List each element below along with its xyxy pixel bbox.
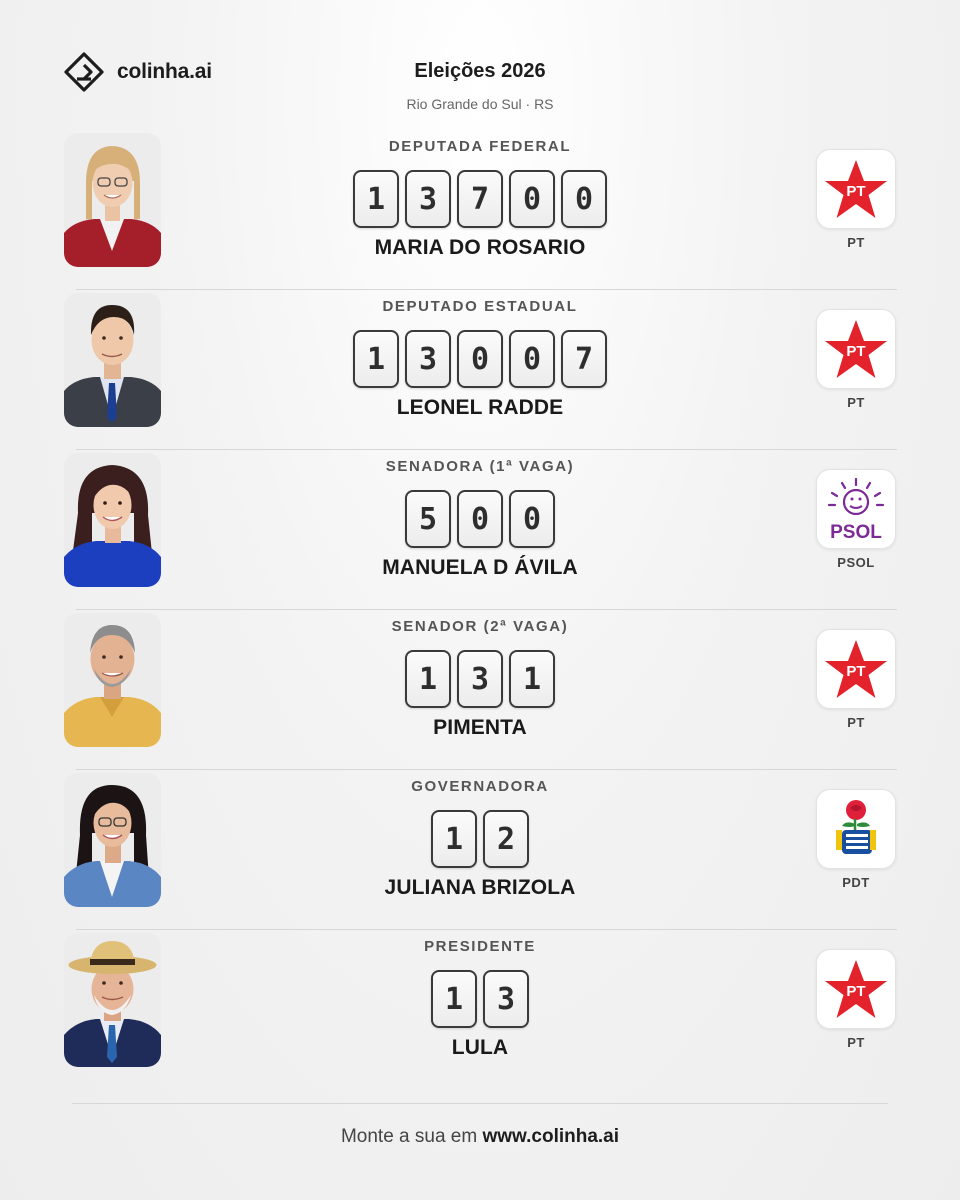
- candidate-name: LEONEL RADDE: [396, 396, 564, 419]
- party-logo: PSOL: [816, 469, 896, 549]
- party-abbreviation: PT: [847, 1035, 865, 1050]
- psol-sun-icon: PSOL: [827, 477, 885, 542]
- office-label: PRESIDENTE: [424, 938, 536, 955]
- number-digit: 0: [457, 490, 503, 548]
- footer-text: Monte a sua em: [340, 1126, 483, 1147]
- pdt-rose-fist-icon: [836, 800, 876, 854]
- number-digit: 5: [405, 490, 451, 548]
- candidate-name: LULA: [451, 1036, 509, 1059]
- candidate-info: PRESIDENTE 13 LULA: [304, 938, 656, 1060]
- candidate-info: SENADOR (2ª VAGA) 131 PIMENTA: [304, 618, 656, 740]
- candidate-info: SENADORA (1ª VAGA) 500 MANUELA D ÁVILA: [304, 458, 656, 580]
- party-badge: PT PT: [816, 629, 896, 730]
- candidate-info: GOVERNADORA 12 JULIANA BRIZOLA: [304, 778, 656, 900]
- footer-divider: [72, 1103, 888, 1104]
- number-digit: 3: [405, 330, 451, 388]
- office-label: SENADORA (1ª VAGA): [385, 458, 575, 475]
- svg-text:PSOL: PSOL: [830, 522, 882, 542]
- number-digit: 7: [457, 170, 503, 228]
- candidate-photo: [64, 933, 161, 1067]
- number-digit: 1: [353, 330, 399, 388]
- candidate-name: JULIANA BRIZOLA: [384, 876, 576, 899]
- office-label: SENADOR (2ª VAGA): [391, 618, 569, 635]
- candidate-row: DEPUTADO ESTADUAL 13007 LEONEL RADDE PT …: [64, 290, 897, 450]
- party-badge: PT PT: [816, 149, 896, 250]
- candidate-name: MANUELA D ÁVILA: [382, 556, 578, 579]
- party-badge: PT PT: [816, 949, 896, 1050]
- party-logo: PT: [816, 949, 896, 1029]
- number-digit: 1: [405, 650, 451, 708]
- pt-star-icon: PT: [825, 320, 887, 378]
- party-badge: PDT: [816, 789, 896, 890]
- candidate-row: SENADOR (2ª VAGA) 131 PIMENTA PT PT: [64, 610, 897, 770]
- office-label: DEPUTADA FEDERAL: [388, 138, 572, 155]
- party-abbreviation: PT: [847, 715, 865, 730]
- candidate-photo: [64, 133, 161, 267]
- number-digit: 1: [431, 810, 477, 868]
- number-digit: 0: [457, 330, 503, 388]
- number-digit: 3: [405, 170, 451, 228]
- pt-star-icon: PT: [825, 640, 887, 698]
- candidate-number: 13700: [304, 170, 656, 228]
- candidate-info: DEPUTADO ESTADUAL 13007 LEONEL RADDE: [304, 298, 656, 420]
- page-subtitle: Rio Grande do Sul · RS: [406, 96, 554, 112]
- candidate-list: DEPUTADA FEDERAL 13700 MARIA DO ROSARIO …: [64, 130, 897, 1090]
- party-logo: PT: [816, 629, 896, 709]
- brand-name: colinha.ai: [117, 60, 212, 83]
- party-abbreviation: PT: [847, 395, 865, 410]
- party-abbreviation: PT: [847, 235, 865, 250]
- page-title: Eleições 2026: [414, 60, 546, 82]
- party-abbreviation: PDT: [842, 875, 870, 890]
- footer-link[interactable]: www.colinha.ai: [482, 1126, 619, 1147]
- number-digit: 1: [509, 650, 555, 708]
- number-digit: 0: [509, 170, 555, 228]
- candidate-row: PRESIDENTE 13 LULA PT PT: [64, 930, 897, 1090]
- candidate-info: DEPUTADA FEDERAL 13700 MARIA DO ROSARIO: [304, 138, 656, 260]
- svg-text:PT: PT: [846, 663, 865, 680]
- number-digit: 1: [353, 170, 399, 228]
- svg-text:PT: PT: [846, 343, 865, 360]
- candidate-row: DEPUTADA FEDERAL 13700 MARIA DO ROSARIO …: [64, 130, 897, 290]
- number-digit: 3: [457, 650, 503, 708]
- party-logo: [816, 789, 896, 869]
- number-digit: 3: [483, 970, 529, 1028]
- ballot-page: colinha.ai Eleições 2026 Rio Grande do S…: [0, 0, 960, 1200]
- candidate-number: 500: [304, 490, 656, 548]
- candidate-name: PIMENTA: [433, 716, 527, 739]
- office-label: DEPUTADO ESTADUAL: [382, 298, 578, 315]
- candidate-number: 131: [304, 650, 656, 708]
- number-digit: 7: [561, 330, 607, 388]
- candidate-photo: [64, 453, 161, 587]
- candidate-photo: [64, 293, 161, 427]
- pt-star-icon: PT: [825, 160, 887, 218]
- candidate-number: 13007: [304, 330, 656, 388]
- candidate-number: 12: [304, 810, 656, 868]
- number-digit: 0: [509, 330, 555, 388]
- party-badge: PT PT: [816, 309, 896, 410]
- number-digit: 0: [509, 490, 555, 548]
- candidate-row: SENADORA (1ª VAGA) 500 MANUELA D ÁVILA P…: [64, 450, 897, 610]
- pt-star-icon: PT: [825, 960, 887, 1018]
- candidate-number: 13: [304, 970, 656, 1028]
- brand[interactable]: colinha.ai: [64, 52, 212, 92]
- number-digit: 2: [483, 810, 529, 868]
- party-badge: PSOL PSOL: [816, 469, 896, 570]
- party-abbreviation: PSOL: [837, 555, 875, 570]
- svg-text:PT: PT: [846, 983, 865, 1000]
- number-digit: 1: [431, 970, 477, 1028]
- candidate-row: GOVERNADORA 12 JULIANA BRIZOLA PDT: [64, 770, 897, 930]
- party-logo: PT: [816, 149, 896, 229]
- candidate-name: MARIA DO ROSARIO: [374, 236, 586, 259]
- party-logo: PT: [816, 309, 896, 389]
- footer: Monte a sua em www.colinha.ai: [0, 1126, 960, 1148]
- svg-text:PT: PT: [846, 183, 865, 200]
- colinha-logo-icon: [64, 52, 104, 92]
- office-label: GOVERNADORA: [411, 778, 549, 795]
- header: Eleições 2026 Rio Grande do Sul · RS: [280, 60, 680, 112]
- number-digit: 0: [561, 170, 607, 228]
- candidate-photo: [64, 613, 161, 747]
- candidate-photo: [64, 773, 161, 907]
